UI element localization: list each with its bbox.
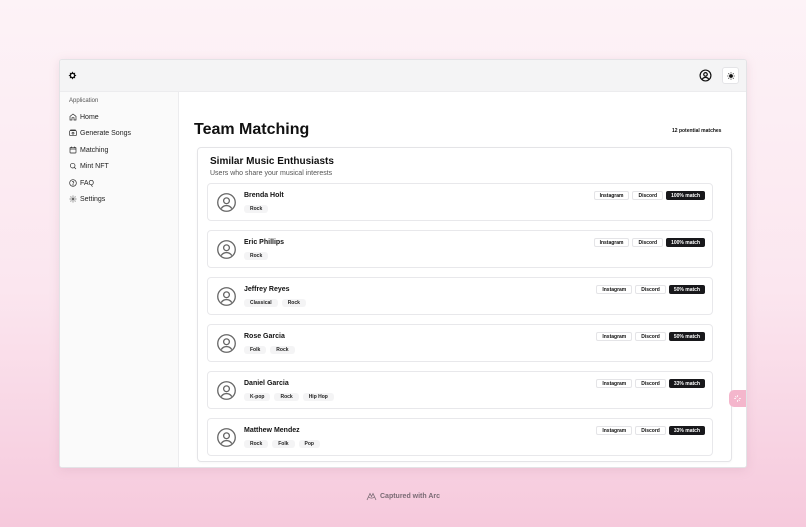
sidebar-item-settings[interactable]: Settings <box>69 193 169 205</box>
genre-tag: Classical <box>244 299 278 307</box>
match-row: Jeffrey Reyes Classical Rock Instagram D… <box>207 277 713 315</box>
genre-tag: Rock <box>270 346 295 354</box>
sidebar-item-label: Settings <box>80 195 106 203</box>
row-actions: Instagram Discord 100% match <box>593 191 705 200</box>
instagram-button[interactable]: Instagram <box>596 285 633 294</box>
match-name: Brenda Holt <box>244 192 284 199</box>
discord-button[interactable]: Discord <box>635 332 666 341</box>
help-circle-icon <box>69 179 77 187</box>
row-actions: Instagram Discord 100% match <box>593 238 705 247</box>
match-row: Matthew Mendez Rock Folk Pop Instagram D… <box>207 418 713 456</box>
sidebar-item-matching[interactable]: Matching <box>69 144 169 156</box>
sidebar: Application Home Generate Songs Matching… <box>60 92 179 467</box>
gear-icon <box>69 195 77 203</box>
match-row: Rose Garcia Folk Rock Instagram Discord … <box>207 324 713 362</box>
match-name: Eric Phillips <box>244 239 285 246</box>
row-actions: Instagram Discord 33% match <box>596 379 705 388</box>
genre-list: Classical Rock <box>244 299 306 307</box>
sidebar-item-label: Matching <box>80 146 109 154</box>
main-content: Team Matching 12 potential matches Simil… <box>180 92 746 467</box>
sidebar-item-label: Generate Songs <box>80 129 131 137</box>
match-row: Daniel Garcia K-pop Rock Hip Hop Instagr… <box>207 371 713 409</box>
sun-icon <box>726 71 735 80</box>
instagram-button[interactable]: Instagram <box>596 332 633 341</box>
instagram-button[interactable]: Instagram <box>596 379 633 388</box>
genre-tag: Hip Hop <box>302 393 334 401</box>
instagram-button[interactable]: Instagram <box>593 238 630 247</box>
match-percentage-badge: 33% match <box>668 379 705 388</box>
genre-tag: Folk <box>244 346 267 354</box>
match-name: Matthew Mendez <box>244 427 300 434</box>
match-percentage-badge: 50% match <box>668 332 705 341</box>
user-avatar-icon <box>217 381 236 400</box>
match-name: Rose Garcia <box>244 333 285 340</box>
instagram-button[interactable]: Instagram <box>593 191 630 200</box>
genre-tag: K-pop <box>244 393 271 401</box>
genre-list: Rock Folk Pop <box>244 440 320 448</box>
genre-tag: Rock <box>281 299 306 307</box>
side-panel-toggle[interactable] <box>729 390 746 407</box>
match-percentage-badge: 100% match <box>666 238 705 247</box>
sidebar-item-mint-nft[interactable]: Mint NFT <box>69 160 169 172</box>
row-actions: Instagram Discord 50% match <box>596 285 705 294</box>
instagram-button[interactable]: Instagram <box>596 426 633 435</box>
match-percentage-badge: 100% match <box>666 191 705 200</box>
genre-list: Rock <box>244 252 269 260</box>
discord-button[interactable]: Discord <box>635 426 666 435</box>
row-actions: Instagram Discord 33% match <box>596 426 705 435</box>
card-title: Similar Music Enthusiasts <box>210 156 334 167</box>
match-row: Eric Phillips Rock Instagram Discord 100… <box>207 230 713 268</box>
genre-tag: Pop <box>298 440 320 448</box>
sidebar-group-label: Application <box>69 98 99 104</box>
genre-tag: Rock <box>274 393 299 401</box>
row-actions: Instagram Discord 50% match <box>596 332 705 341</box>
search-icon <box>70 163 77 170</box>
sparkle-icon <box>734 395 741 402</box>
match-percentage-badge: 50% match <box>668 285 705 294</box>
home-icon <box>69 113 77 121</box>
sidebar-item-label: Home <box>80 113 99 121</box>
app-window: Application Home Generate Songs Matching… <box>59 59 747 468</box>
discord-button[interactable]: Discord <box>635 379 666 388</box>
user-avatar-icon <box>217 240 236 259</box>
genre-list: Rock <box>244 205 269 213</box>
match-percentage-badge: 33% match <box>668 426 705 435</box>
match-name: Daniel Garcia <box>244 380 289 387</box>
matches-card: Similar Music Enthusiasts Users who shar… <box>197 147 732 462</box>
user-avatar-icon <box>217 193 236 212</box>
genre-tag: Rock <box>244 205 269 213</box>
genre-tag: Folk <box>272 440 295 448</box>
match-name: Jeffrey Reyes <box>244 286 290 293</box>
genre-tag: Rock <box>244 440 269 448</box>
top-bar <box>60 60 746 92</box>
sidebar-item-generate-songs[interactable]: Generate Songs <box>69 127 169 139</box>
genre-tag: Rock <box>244 252 269 260</box>
match-row: Brenda Holt Rock Instagram Discord 100% … <box>207 183 713 221</box>
discord-button[interactable]: Discord <box>632 191 664 200</box>
sidebar-item-home[interactable]: Home <box>69 111 169 123</box>
album-icon <box>69 129 77 136</box>
captured-with-arc: Captured with Arc <box>366 492 440 501</box>
card-description: Users who share your musical interests <box>210 170 333 177</box>
calendar-icon <box>69 146 77 154</box>
captured-label: Captured with Arc <box>380 493 441 500</box>
genre-list: Folk Rock <box>244 346 295 354</box>
page-title: Team Matching <box>194 121 310 138</box>
sidebar-item-faq[interactable]: FAQ <box>69 177 169 189</box>
match-count-badge: 12 potential matches <box>668 126 726 136</box>
user-avatar-icon <box>217 287 236 306</box>
user-avatar-icon <box>217 428 236 447</box>
discord-button[interactable]: Discord <box>632 238 664 247</box>
user-account-icon[interactable] <box>699 69 712 82</box>
sidebar-item-label: FAQ <box>80 179 95 187</box>
logo-icon[interactable] <box>68 71 77 80</box>
genre-list: K-pop Rock Hip Hop <box>244 393 334 401</box>
arc-logo-icon <box>366 492 377 501</box>
discord-button[interactable]: Discord <box>635 285 666 294</box>
theme-toggle-button[interactable] <box>722 67 739 84</box>
sidebar-item-label: Mint NFT <box>80 162 109 170</box>
user-avatar-icon <box>217 334 236 353</box>
